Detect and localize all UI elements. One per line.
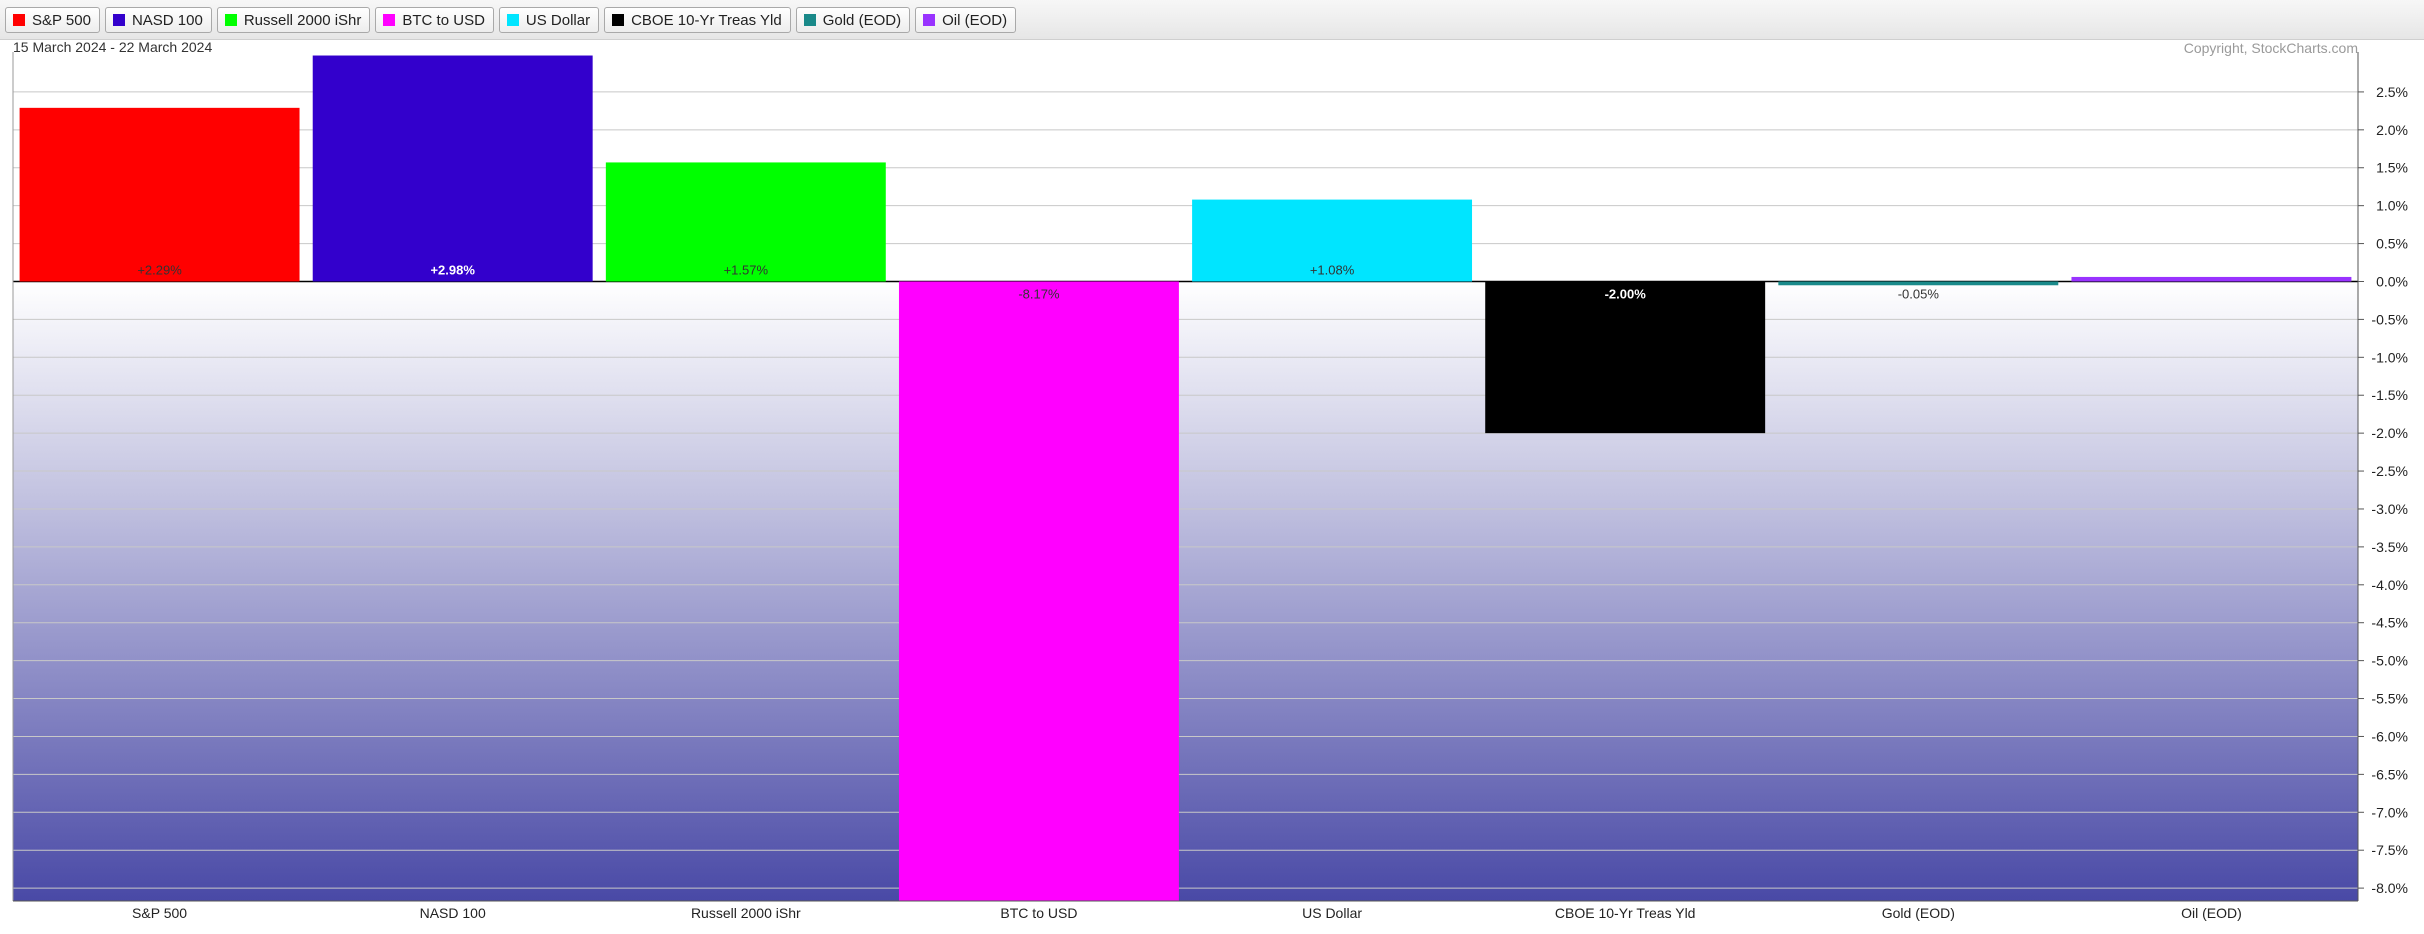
y-tick-label: 2.5% [2376, 84, 2408, 100]
legend-label: CBOE 10-Yr Treas Yld [631, 11, 782, 29]
bar-value-label: +1.57% [724, 262, 769, 277]
y-tick-label: 1.0% [2376, 198, 2408, 214]
y-tick-label: 0.5% [2376, 236, 2408, 252]
y-tick-label: -1.5% [2371, 387, 2408, 403]
legend-swatch [612, 14, 625, 26]
bar-6 [1485, 281, 1766, 434]
legend-swatch [224, 14, 237, 26]
legend-label: US Dollar [525, 11, 591, 29]
y-tick-label: -3.5% [2371, 539, 2408, 555]
bar-2 [312, 55, 593, 282]
y-tick-label: -6.5% [2371, 766, 2408, 782]
x-category-label: US Dollar [1302, 905, 1362, 921]
y-tick-label: -2.0% [2371, 425, 2408, 441]
bar-value-label: +2.29% [137, 262, 182, 277]
bar-value-label: -8.17% [1018, 286, 1060, 301]
legend-swatch [13, 14, 25, 26]
legend-label: Gold (EOD) [822, 11, 902, 29]
bar-4 [898, 281, 1179, 901]
y-tick-label: -0.5% [2371, 311, 2408, 327]
x-category-label: Gold (EOD) [1882, 905, 1955, 921]
legend-row: S&P 500 NASD 100 Russell 2000 iShr BTC to U… [5, 7, 1017, 33]
legend-label: Russell 2000 iShr [243, 11, 362, 29]
y-tick-label: 1.5% [2376, 160, 2408, 176]
bar-8 [2071, 276, 2352, 282]
bar-1 [19, 107, 300, 282]
y-tick-label: -1.0% [2371, 349, 2408, 365]
legend-toolbar: S&P 500 NASD 100 Russell 2000 iShr BTC to U… [0, 0, 2424, 40]
legend-item-6[interactable]: CBOE 10-Yr Treas Yld [604, 7, 791, 33]
date-range: 15 March 2024 - 22 March 2024 [13, 39, 213, 55]
legend-label: S&P 500 [32, 11, 91, 29]
x-category-label: BTC to USD [1000, 905, 1077, 921]
legend-item-7[interactable]: Gold (EOD) [795, 7, 911, 33]
legend-swatch [803, 14, 816, 26]
y-tick-label: -5.5% [2371, 691, 2408, 707]
y-tick-label: 0.0% [2376, 273, 2408, 289]
bar-value-label: +1.08% [1310, 262, 1355, 277]
y-tick-label: -4.0% [2371, 577, 2408, 593]
x-category-label: Oil (EOD) [2181, 905, 2242, 921]
legend-swatch [112, 14, 125, 26]
x-category-label: Russell 2000 iShr [691, 905, 801, 921]
legend-item-4[interactable]: BTC to USD [375, 7, 494, 33]
x-axis-categories: S&P 500 NASD 100 Russell 2000 iShr BTC to U… [132, 905, 2242, 921]
copyright-notice: Copyright, StockCharts.com [2183, 40, 2358, 56]
bar-value-label: -0.05% [1898, 286, 1940, 301]
y-tick-label: -4.5% [2371, 615, 2408, 631]
performance-chart: +2.29% +2.98% +1.57% -8.17% +1.08% -2.00% -0.0… [12, 52, 2408, 921]
y-tick-label: -6.0% [2371, 728, 2408, 744]
y-tick-label: -2.5% [2371, 463, 2408, 479]
legend-item-3[interactable]: Russell 2000 iShr [216, 7, 371, 33]
x-category-label: S&P 500 [132, 905, 187, 921]
x-category-label: CBOE 10-Yr Treas Yld [1555, 905, 1696, 921]
legend-item-8[interactable]: Oil (EOD) [915, 7, 1017, 33]
legend-label: NASD 100 [131, 11, 203, 29]
x-category-label: NASD 100 [420, 905, 486, 921]
legend-label: Oil (EOD) [942, 11, 1008, 29]
legend-item-5[interactable]: US Dollar [498, 7, 600, 33]
y-tick-label: 2.0% [2376, 122, 2408, 138]
y-tick-label: -5.0% [2371, 653, 2408, 669]
y-tick-label: -8.0% [2371, 880, 2408, 896]
bar-value-label: +2.98% [430, 262, 475, 277]
y-tick-label: -3.0% [2371, 501, 2408, 517]
legend-swatch [506, 14, 519, 26]
y-tick-label: -7.5% [2371, 842, 2408, 858]
legend-swatch [383, 14, 396, 26]
legend-item-1[interactable]: S&P 500 [5, 7, 100, 33]
legend-label: BTC to USD [402, 11, 485, 29]
legend-item-2[interactable]: NASD 100 [104, 7, 212, 33]
negative-zone-background [13, 281, 2358, 901]
y-tick-label: -7.0% [2371, 804, 2408, 820]
bar-7 [1778, 281, 2059, 286]
bar-value-label: -2.00% [1605, 286, 1647, 301]
legend-swatch [923, 14, 936, 26]
